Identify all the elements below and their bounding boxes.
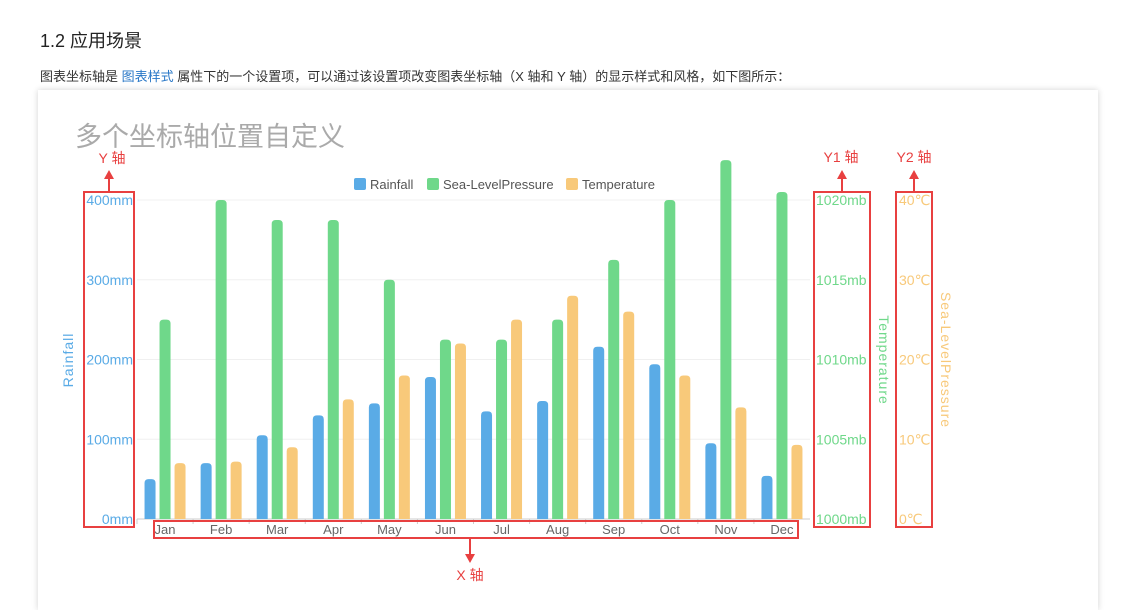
bar-rainfall-jun <box>424 377 436 519</box>
chart-title: 多个坐标轴位置自定义 <box>75 122 345 152</box>
y1-tick-label: 1010mb <box>816 352 867 368</box>
bar-rainfall-mar <box>256 435 268 519</box>
bar-temperature-mar <box>286 447 298 519</box>
x-tick-label: Mar <box>266 522 289 537</box>
chart-figure: 多个坐标轴位置自定义 0mm 100mm 200mm 300mm 400mm Rainfa… <box>60 122 954 583</box>
x-axis-highlight-box <box>153 520 799 539</box>
bars <box>144 160 803 519</box>
bar-temperature-apr <box>342 399 354 519</box>
y1-tick-label: 1005mb <box>816 431 867 447</box>
y-tick-label: 400mm <box>86 192 133 208</box>
y-tick-label: 0mm <box>102 511 133 527</box>
bar-sea-levelpressure-jun <box>439 339 451 519</box>
bar-rainfall-apr <box>312 415 324 519</box>
y-tick-label: 200mm <box>86 352 133 368</box>
bar-temperature-jul <box>511 319 523 519</box>
bar-sea-levelpressure-may <box>383 279 395 519</box>
bar-rainfall-jul <box>481 411 493 519</box>
x-tick-label: Dec <box>770 522 794 537</box>
y2-axis-arrow-head <box>909 170 919 179</box>
y2-tick-label: 10℃ <box>899 431 930 447</box>
y-axis-arrow-head <box>104 170 114 179</box>
bar-temperature-jun <box>454 343 466 519</box>
y1-tick-label: 1015mb <box>816 272 867 288</box>
bar-sea-levelpressure-jul <box>496 339 508 519</box>
bar-sea-levelpressure-jan <box>159 319 171 519</box>
bar-sea-levelpressure-apr <box>327 219 339 519</box>
x-tick-label: Jan <box>155 522 176 537</box>
bar-sea-levelpressure-aug <box>552 319 564 519</box>
bar-rainfall-aug <box>537 400 549 519</box>
bar-sea-levelpressure-feb <box>215 200 227 519</box>
x-tick-label: Feb <box>210 522 232 537</box>
y-axis-left: 0mm 100mm 200mm 300mm 400mm Rainfall <box>60 192 133 527</box>
bar-rainfall-nov <box>705 443 717 519</box>
bar-sea-levelpressure-oct <box>664 200 676 519</box>
bar-rainfall-may <box>368 403 380 519</box>
bar-sea-levelpressure-nov <box>720 160 732 519</box>
bar-rainfall-dec <box>761 475 773 519</box>
bar-temperature-dec <box>791 444 803 519</box>
bar-temperature-oct <box>679 375 691 519</box>
legend-label-sea-levelpressure: Sea-LevelPressure <box>443 177 554 192</box>
x-axis-arrow-head <box>465 554 475 563</box>
bar-temperature-nov <box>735 407 747 519</box>
y2-axis-title: Sea-LevelPressure <box>938 292 954 428</box>
legend-label-temperature: Temperature <box>582 177 655 192</box>
legend-label-rainfall: Rainfall <box>370 177 413 192</box>
y2-tick-label: 30℃ <box>899 272 930 288</box>
x-tick-label: Aug <box>546 522 569 537</box>
bar-sea-levelpressure-mar <box>271 219 283 519</box>
y2-axis-annotation-label: Y2 轴 <box>896 149 931 165</box>
legend-swatch-sea-levelpressure <box>427 178 439 190</box>
x-tick-label: May <box>377 522 402 537</box>
y1-axis-annotation-label: Y1 轴 <box>823 149 858 165</box>
bar-temperature-aug <box>567 295 579 519</box>
x-tick-label: Sep <box>602 522 625 537</box>
y1-axis-right: 1000mb 1005mb 1010mb 1015mb 1020mb Temperatur… <box>816 192 892 527</box>
bar-sea-levelpressure-dec <box>776 192 788 519</box>
x-tick-label: Nov <box>714 522 738 537</box>
y1-axis-title: Temperature <box>876 315 892 405</box>
bar-rainfall-jan <box>144 479 156 519</box>
y2-tick-label: 0℃ <box>899 511 923 527</box>
y2-tick-label: 20℃ <box>899 352 930 368</box>
legend-swatch-rainfall <box>354 178 366 190</box>
x-tick-label: Oct <box>660 522 681 537</box>
y2-tick-label: 40℃ <box>899 192 930 208</box>
bar-temperature-jan <box>174 463 186 519</box>
y1-axis-arrow-head <box>837 170 847 179</box>
x-tick-label: Jul <box>493 522 510 537</box>
bar-rainfall-feb <box>200 463 212 519</box>
legend-swatch-temperature <box>566 178 578 190</box>
y1-tick-label: 1020mb <box>816 192 867 208</box>
x-axis-annotation-label: X 轴 <box>456 567 483 583</box>
bar-rainfall-sep <box>593 346 605 519</box>
x-tick-label: Apr <box>323 522 344 537</box>
bar-temperature-sep <box>623 311 635 519</box>
y-axis-annotation-label: Y 轴 <box>99 150 126 166</box>
y1-tick-label: 1000mb <box>816 511 867 527</box>
bar-temperature-feb <box>230 461 242 519</box>
bar-temperature-may <box>398 375 410 519</box>
x-tick-label: Jun <box>435 522 456 537</box>
y-tick-label: 300mm <box>86 272 133 288</box>
bar-sea-levelpressure-sep <box>608 259 620 519</box>
y-tick-label: 100mm <box>86 431 133 447</box>
y-axis-title: Rainfall <box>60 333 76 388</box>
bar-rainfall-oct <box>649 364 661 519</box>
y2-axis-right: 0℃ 10℃ 20℃ 30℃ 40℃ Sea-LevelPressure <box>899 192 954 527</box>
legend: Rainfall Sea-LevelPressure Temperature <box>354 177 655 192</box>
